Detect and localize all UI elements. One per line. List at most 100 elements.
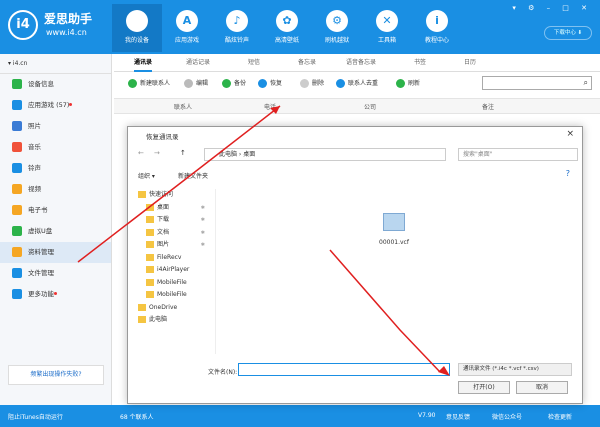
new-contact-button[interactable]: 新建联系人: [128, 78, 170, 88]
sidebar-item[interactable]: 铃声: [0, 158, 111, 179]
col-note: 备注: [482, 104, 495, 111]
nav-my-device[interactable]: 我的设备: [112, 4, 162, 52]
search-input[interactable]: ⌕: [482, 76, 592, 90]
filename-input[interactable]: [238, 363, 450, 376]
folder-tree: 快速访问 桌面 ✱ 下载 ✱ 文档 ✱ 图片 ✱ FileRecv i4AirPlayer Mobil…: [134, 189, 216, 354]
up-icon[interactable]: ↑: [180, 149, 186, 157]
tree-item[interactable]: OneDrive: [134, 302, 215, 315]
sidebar-icon: [12, 226, 22, 236]
dedupe-button[interactable]: 联系人去重: [336, 78, 378, 88]
tree-item[interactable]: MobileFile: [134, 277, 215, 290]
nav-flash[interactable]: ⚙ 刷机越狱: [312, 4, 362, 52]
pin-icon: ✱: [200, 217, 205, 223]
tree-item[interactable]: 快速访问: [134, 189, 215, 202]
sidebar-item[interactable]: 照片: [0, 116, 111, 137]
tree-item-label: 下载: [157, 216, 170, 223]
tools-icon: ✕: [376, 10, 398, 32]
forward-icon[interactable]: →: [154, 149, 160, 157]
open-button[interactable]: 打开(O): [458, 381, 510, 394]
brand-name: 爱思助手: [44, 12, 93, 26]
sidebar-item[interactable]: 虚拟U盘: [0, 221, 111, 242]
tab-notes[interactable]: 备忘录: [298, 54, 316, 72]
sidebar-item[interactable]: 设备信息: [0, 74, 111, 95]
nav-toolbox[interactable]: ✕ 工具箱: [362, 4, 412, 52]
refresh-button[interactable]: 刷新: [396, 78, 420, 88]
tab-sms[interactable]: 短信: [248, 54, 260, 72]
pin-icon: ✱: [200, 204, 205, 211]
filename-label: 文件名(N):: [208, 369, 238, 376]
tab-call-log[interactable]: 通话记录: [186, 54, 210, 72]
sidebar-item[interactable]: 视频: [0, 179, 111, 200]
tree-item-label: MobileFile: [157, 291, 187, 298]
wechat-link[interactable]: 微信公众号: [492, 412, 522, 421]
sidebar-item[interactable]: 应用游戏 (57): [0, 95, 111, 116]
sidebar-item-label: 虚拟U盘: [28, 227, 53, 235]
new-folder-button[interactable]: 新建文件夹: [178, 171, 208, 180]
picture-icon: [146, 241, 154, 248]
document-icon: [146, 228, 154, 236]
sidebar-item[interactable]: 电子书: [0, 200, 111, 221]
cancel-button[interactable]: 取消: [516, 381, 568, 394]
sidebar-icon: [12, 142, 22, 152]
tree-item[interactable]: 此电脑: [134, 314, 215, 327]
sidebar: ▾ i4.cn 设备信息 应用游戏 (57) 照片 音乐 铃声 视频电子书虚拟U盘资料管理…: [0, 54, 112, 405]
window-controls[interactable]: ▾ ⚙ – □ ✕: [512, 4, 592, 12]
sidebar-item[interactable]: 音乐: [0, 137, 111, 158]
sidebar-icon: [12, 79, 22, 89]
tree-item[interactable]: 桌面 ✱: [134, 202, 215, 215]
back-icon[interactable]: ←: [138, 149, 144, 157]
organize-button[interactable]: 组织 ▾: [138, 171, 155, 180]
nav-ringtones[interactable]: ♪ 酷炫铃声: [212, 4, 262, 52]
tree-item-label: 此电脑: [149, 316, 168, 323]
device-name[interactable]: ▾ i4.cn: [0, 54, 111, 74]
sidebar-item-label: 电子书: [28, 206, 48, 214]
restore-icon: [258, 79, 267, 88]
sidebar-item[interactable]: 文件管理: [0, 263, 111, 284]
itunes-toggle[interactable]: 阻止iTunes自动运行: [8, 412, 63, 421]
folder-icon: [146, 278, 154, 286]
nav-wallpaper[interactable]: ✿ 高清壁纸: [262, 4, 312, 52]
file-item[interactable]: 00001.vcf: [376, 213, 412, 246]
restore-button[interactable]: 恢复: [258, 78, 282, 88]
path-input[interactable]: 此电脑 › 桌面: [204, 148, 446, 161]
apple-icon: [126, 10, 148, 32]
tree-item[interactable]: 文档 ✱: [134, 227, 215, 240]
nav-tutorial[interactable]: i 教程中心: [412, 4, 462, 52]
top-bar: i4 爱思助手 www.i4.cn 我的设备 A 应用游戏 ♪ 酷炫铃声 ✿ 高清壁纸…: [0, 0, 600, 54]
tree-item-label: 图片: [157, 241, 170, 248]
sidebar-item[interactable]: 资料管理: [0, 242, 111, 263]
tab-voice-memos[interactable]: 语音备忘录: [346, 54, 376, 72]
dialog-title: 恢复通讯录: [146, 133, 179, 141]
apps-icon: A: [176, 10, 198, 32]
tab-calendar[interactable]: 日历: [464, 54, 476, 72]
download-center-button[interactable]: 下载中心 ⬇: [544, 26, 592, 40]
tree-item-label: 文档: [157, 228, 170, 236]
app-logo: i4: [8, 10, 38, 40]
tree-item[interactable]: MobileFile: [134, 289, 215, 302]
edit-button[interactable]: 编辑: [184, 78, 208, 88]
backup-button[interactable]: 备份: [222, 78, 246, 88]
sidebar-item[interactable]: 更多功能: [0, 284, 111, 305]
tree-item[interactable]: FileRecv: [134, 252, 215, 265]
tree-item[interactable]: i4AirPlayer: [134, 264, 215, 277]
dialog-search-input[interactable]: 搜索"桌面": [458, 148, 578, 161]
feedback-link[interactable]: 意见反馈: [446, 412, 470, 421]
tree-item-label: MobileFile: [157, 278, 187, 286]
help-icon[interactable]: ?: [566, 169, 570, 178]
vcf-file-icon: [383, 213, 405, 231]
delete-button[interactable]: 删除: [300, 78, 324, 88]
tab-contacts[interactable]: 通讯录: [134, 54, 153, 72]
close-icon[interactable]: ×: [566, 129, 574, 139]
wallpaper-icon: ✿: [276, 10, 298, 32]
nav-apps[interactable]: A 应用游戏: [162, 4, 212, 52]
restore-dialog: 恢复通讯录 × ← → ↑ 此电脑 › 桌面 搜索"桌面" 组织 ▾ 新建文件夹…: [127, 126, 583, 404]
download-icon: [146, 216, 154, 223]
delete-icon: [300, 79, 309, 88]
tree-item[interactable]: 下载 ✱: [134, 214, 215, 227]
help-link[interactable]: 频繁出现操作失败?: [8, 365, 104, 385]
star-icon: [138, 191, 146, 198]
filetype-select[interactable]: 通讯录文件 (*.i4c *.vcf *.csv): [458, 363, 572, 376]
tab-bookmarks[interactable]: 书签: [414, 54, 426, 72]
tree-item[interactable]: 图片 ✱: [134, 239, 215, 252]
update-link[interactable]: 检查更新: [548, 412, 572, 421]
